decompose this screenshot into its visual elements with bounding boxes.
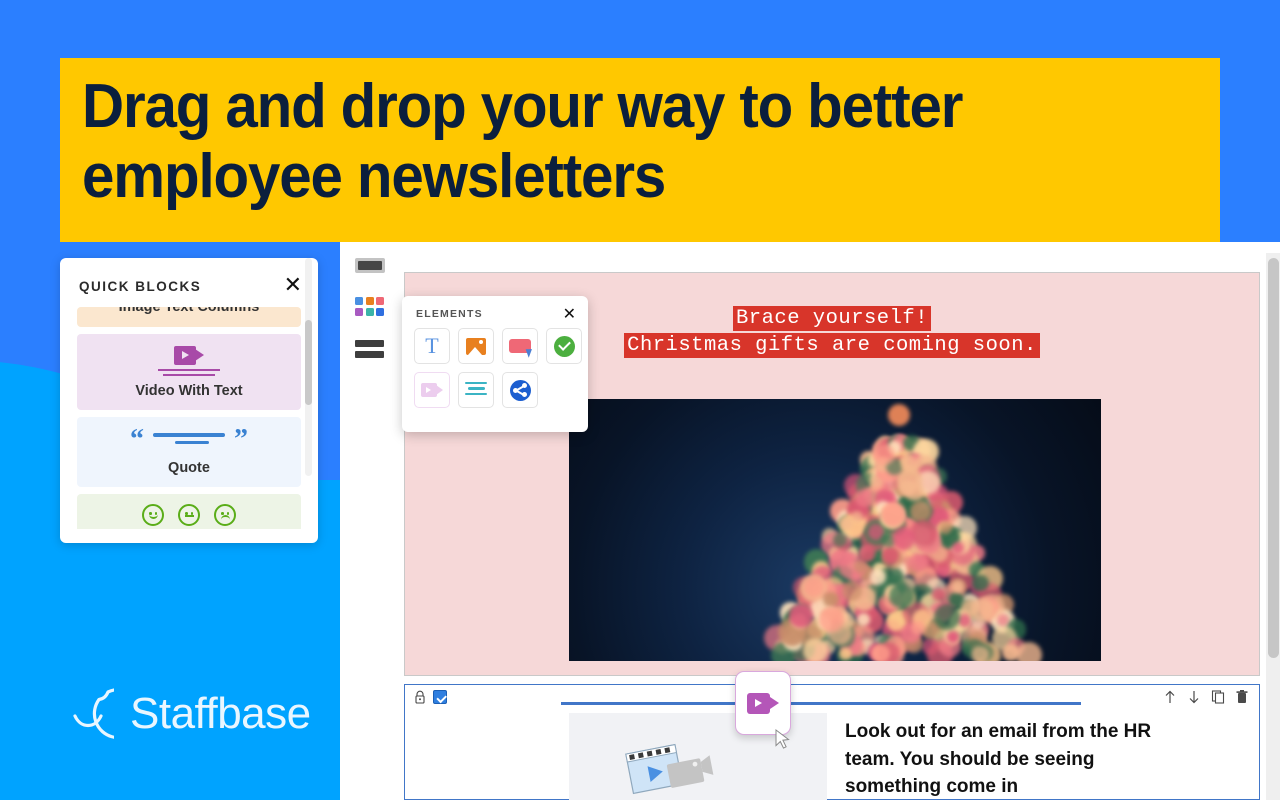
quick-blocks-header: QUICK BLOCKS ✕ bbox=[60, 258, 318, 307]
cursor-arrow-icon bbox=[775, 729, 791, 751]
list-item[interactable]: “ ” Quote bbox=[77, 417, 301, 487]
trash-icon[interactable] bbox=[1235, 689, 1249, 705]
quick-blocks-list[interactable]: Image Text Columns Video With Text “ ” Q… bbox=[60, 307, 318, 529]
quick-blocks-panel: QUICK BLOCKS ✕ Image Text Columns Video … bbox=[60, 258, 318, 543]
sidebar-item-blocks[interactable] bbox=[355, 258, 389, 273]
text-element-button[interactable]: T bbox=[414, 328, 450, 364]
video-camera-icon bbox=[747, 693, 779, 714]
brand-name: Staffbase bbox=[130, 689, 311, 739]
lock-icon[interactable] bbox=[413, 690, 427, 704]
block-body-text: Look out for an email from the HR team. … bbox=[845, 718, 1165, 800]
editor-left-rail bbox=[355, 258, 389, 382]
smiley-neutral-icon bbox=[178, 504, 200, 526]
quote-icon: “ ” bbox=[85, 427, 293, 453]
promo-banner: Drag and drop your way to better employe… bbox=[60, 58, 1220, 242]
smiley-sad-icon bbox=[214, 504, 236, 526]
page-scrollbar-thumb[interactable] bbox=[1268, 258, 1279, 658]
color-grid-icon bbox=[355, 297, 384, 316]
staffbase-smile-icon bbox=[58, 686, 114, 742]
block-bar-icon bbox=[355, 258, 385, 273]
block-checkbox[interactable] bbox=[433, 690, 447, 704]
quick-blocks-scrollbar-thumb[interactable] bbox=[305, 320, 312, 405]
sidebar-item-layouts[interactable] bbox=[355, 340, 389, 358]
text-lines-icon bbox=[158, 369, 220, 376]
sidebar-item-quick-blocks[interactable] bbox=[355, 297, 389, 316]
check-circle-icon bbox=[554, 336, 575, 357]
smiley-happy-icon bbox=[142, 504, 164, 526]
divider-element-button[interactable] bbox=[458, 372, 494, 408]
arrow-up-icon[interactable] bbox=[1163, 689, 1177, 705]
block-toolbar bbox=[1163, 689, 1249, 705]
image-icon bbox=[466, 338, 486, 355]
list-item[interactable]: Video With Text bbox=[77, 334, 301, 410]
copy-icon[interactable] bbox=[1211, 689, 1225, 705]
staffbase-logo: Staffbase bbox=[58, 686, 311, 742]
text-T-icon: T bbox=[425, 335, 438, 357]
text-lines-icon bbox=[465, 382, 487, 399]
button-element-button[interactable] bbox=[502, 328, 538, 364]
elements-grid: T bbox=[402, 328, 588, 408]
hero-headline-line2: Christmas gifts are coming soon. bbox=[624, 333, 1040, 358]
list-item[interactable] bbox=[77, 494, 301, 529]
share-nodes-icon bbox=[510, 380, 531, 401]
rows-layout-icon bbox=[355, 340, 384, 358]
close-icon[interactable]: ✕ bbox=[563, 306, 576, 322]
share-element-button[interactable] bbox=[502, 372, 538, 408]
arrow-down-icon[interactable] bbox=[1187, 689, 1201, 705]
block-divider-line bbox=[561, 702, 1081, 705]
quick-block-label: Image Text Columns bbox=[77, 307, 301, 315]
quick-block-label: Quote bbox=[85, 460, 293, 476]
video-camera-icon bbox=[174, 346, 204, 365]
button-click-icon bbox=[509, 339, 531, 353]
elements-header: ELEMENTS ✕ bbox=[402, 296, 588, 328]
list-item[interactable]: Image Text Columns bbox=[77, 307, 301, 327]
elements-panel: ELEMENTS ✕ T bbox=[402, 296, 588, 432]
close-icon[interactable]: ✕ bbox=[284, 275, 302, 297]
hero-headline-line1: Brace yourself! bbox=[733, 306, 931, 331]
video-placeholder-icon bbox=[622, 728, 727, 800]
quick-blocks-title: QUICK BLOCKS bbox=[79, 279, 201, 294]
smiley-feedback-icon bbox=[85, 504, 293, 526]
elements-title: ELEMENTS bbox=[416, 308, 483, 320]
checkmark-element-button[interactable] bbox=[546, 328, 582, 364]
page-title: Drag and drop your way to better employe… bbox=[82, 72, 1135, 212]
image-element-button[interactable] bbox=[458, 328, 494, 364]
christmas-tree-bokeh-image bbox=[569, 399, 1101, 661]
selected-video-text-block[interactable]: Look out for an email from the HR team. … bbox=[404, 684, 1260, 800]
quick-block-label: Video With Text bbox=[85, 383, 293, 399]
video-camera-icon bbox=[421, 383, 443, 397]
video-element-button[interactable] bbox=[414, 372, 450, 408]
drag-ghost-video-card bbox=[735, 671, 791, 735]
